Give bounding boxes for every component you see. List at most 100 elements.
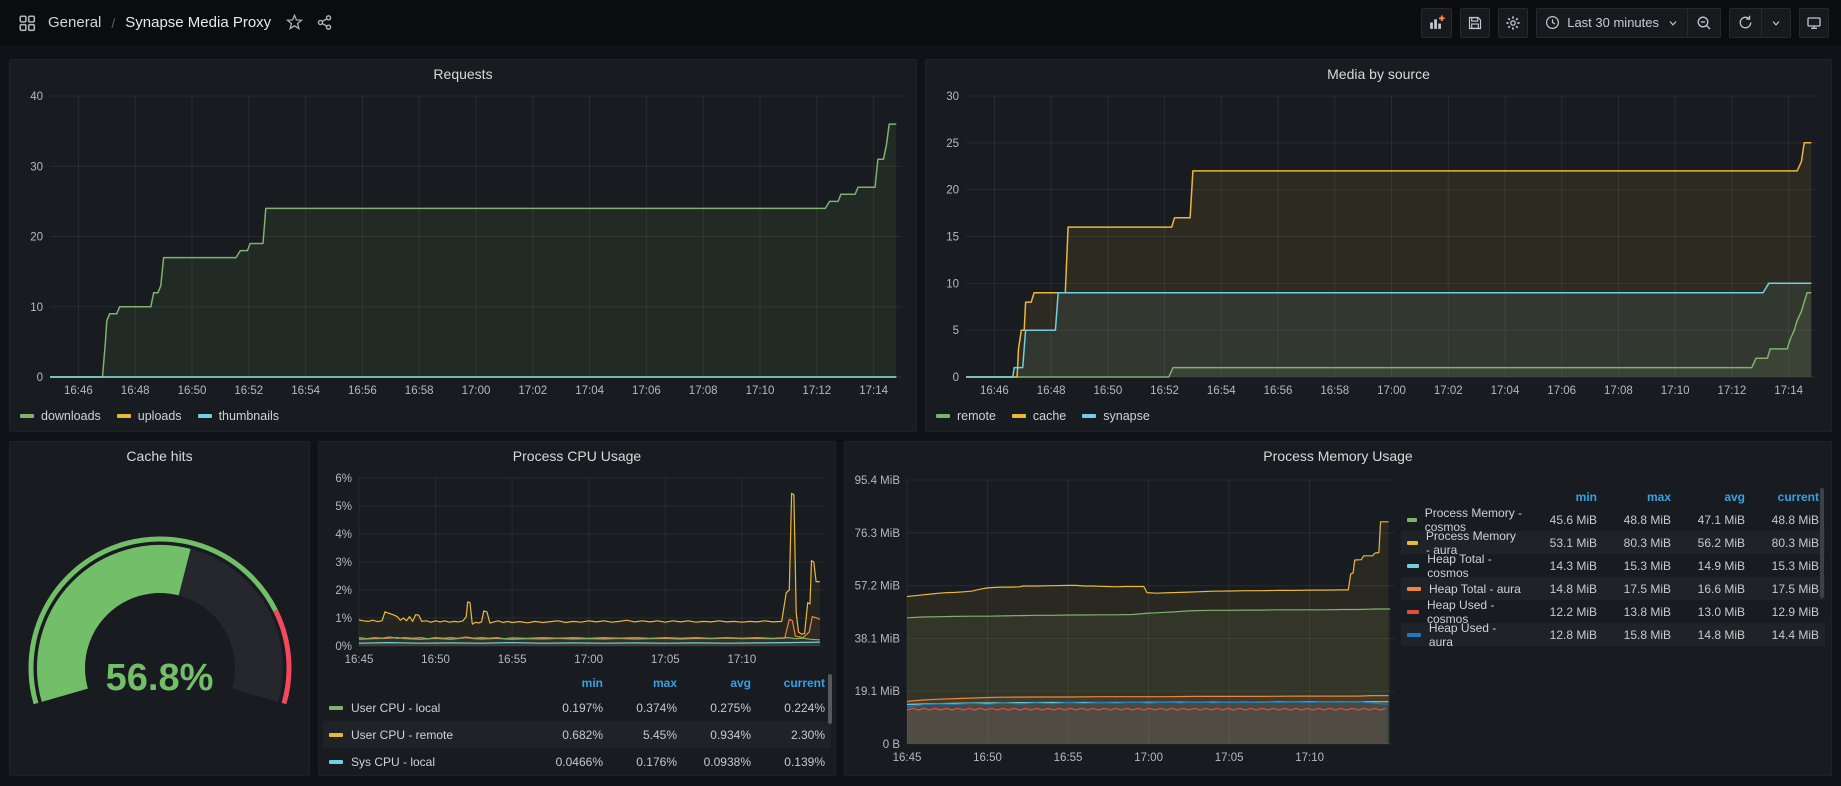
cache-hits-gauge[interactable] [10,470,309,775]
series-area-synapse [966,283,1811,377]
y-axis-tick-label: 30 [30,161,43,173]
x-axis-tick-label: 17:10 [1295,752,1324,764]
y-axis-tick-label: 1% [335,613,352,625]
legend-value-current: 14.4 MiB [1745,628,1819,642]
process-cpu-chart[interactable]: 16:4516:5016:5517:0017:0517:100%1%2%3%4%… [319,470,835,670]
x-axis-tick-label: 16:58 [1320,385,1349,397]
y-axis-tick-label: 76.3 MiB [855,528,901,540]
y-axis-tick-label: 10 [946,278,959,290]
legend-label: User CPU - remote [351,728,453,742]
x-axis-tick-label: 16:46 [64,385,93,397]
legend-item-thumbnails[interactable]: thumbnails [198,409,279,423]
cycle-view-mode-button[interactable] [1799,8,1829,38]
refresh-button[interactable] [1730,9,1761,37]
y-axis-tick-label: 20 [30,232,43,244]
series-toggle-Sys CPU - local[interactable]: Sys CPU - local [329,755,529,769]
add-panel-button[interactable] [1421,8,1452,38]
zoom-out-button[interactable] [1687,9,1720,37]
x-axis-tick-label: 17:02 [1434,385,1463,397]
panel-title-media-by-source[interactable]: Media by source [926,60,1831,88]
dashboard-settings-button[interactable] [1498,8,1528,38]
legend-scrollbar[interactable] [1820,488,1824,598]
x-axis-tick-label: 17:14 [859,385,888,397]
x-axis-tick-label: 17:10 [1661,385,1690,397]
legend-item-synapse[interactable]: synapse [1082,409,1150,423]
legend-value-current: 15.3 MiB [1745,559,1819,573]
x-axis-tick-label: 16:45 [893,752,922,764]
panel-cache-hits: Cache hits 56.8% [9,441,310,776]
legend-value-current: 17.5 MiB [1745,582,1819,596]
legend-value-max: 15.3 MiB [1597,559,1671,573]
panel-title-process-cpu-usage[interactable]: Process CPU Usage [319,442,835,470]
legend-column-avg[interactable]: avg [677,676,751,690]
breadcrumb-separator: / [111,15,115,31]
media-by-source-chart[interactable]: 16:4616:4816:5016:5216:5416:5616:5817:00… [926,88,1831,403]
series-toggle-Heap Used - aura[interactable]: Heap Used - aura [1407,621,1523,649]
legend-scrollbar[interactable] [828,674,832,724]
panel-title-cache-hits[interactable]: Cache hits [10,442,309,470]
legend-swatch [1407,518,1417,522]
legend-swatch [329,760,343,764]
y-axis-tick-label: 15 [946,232,959,244]
x-axis-tick-label: 17:08 [1604,385,1633,397]
legend-swatch [329,733,343,737]
y-axis-tick-label: 95.4 MiB [855,475,901,487]
x-axis-tick-label: 17:00 [1134,752,1163,764]
legend-column-max[interactable]: max [603,676,677,690]
save-dashboard-button[interactable] [1460,8,1490,38]
legend-label: synapse [1103,409,1150,423]
legend-value-min: 14.8 MiB [1523,582,1597,596]
panel-title-requests[interactable]: Requests [10,60,916,88]
x-axis-tick-label: 17:14 [1774,385,1803,397]
apps-grid-icon[interactable] [12,8,42,38]
legend-value-min: 0.197% [529,701,603,715]
series-toggle-Heap Total - aura[interactable]: Heap Total - aura [1407,582,1523,596]
star-icon[interactable] [279,8,309,38]
legend-swatch [198,414,212,418]
series-toggle-User CPU - remote[interactable]: User CPU - remote [329,728,529,742]
series-toggle-Heap Total - cosmos[interactable]: Heap Total - cosmos [1407,552,1523,580]
legend-table-header: minmaxavgcurrent [323,672,831,694]
x-axis-tick-label: 17:10 [746,385,775,397]
legend-value-min: 0.0466% [529,755,603,769]
legend-value-avg: 47.1 MiB [1671,513,1745,527]
legend-column-avg[interactable]: avg [1671,490,1745,504]
legend-table-row: Sys CPU - local0.0466%0.176%0.0938%0.139… [323,748,831,773]
x-axis-tick-label: 17:00 [462,385,491,397]
legend-column-max[interactable]: max [1597,490,1671,504]
x-axis-tick-label: 16:52 [1150,385,1179,397]
x-axis-tick-label: 17:12 [1718,385,1747,397]
x-axis-tick-label: 16:55 [498,654,527,666]
legend-swatch [1407,610,1419,614]
legend-column-min[interactable]: min [529,676,603,690]
panel-title-process-memory-usage[interactable]: Process Memory Usage [845,442,1831,470]
legend-column-current[interactable]: current [1745,490,1819,504]
legend-item-downloads[interactable]: downloads [20,409,101,423]
x-axis-tick-label: 16:54 [291,385,320,397]
x-axis-tick-label: 16:45 [345,654,374,666]
refresh-interval-button[interactable] [1761,9,1790,37]
legend-column-min[interactable]: min [1523,490,1597,504]
legend-item-cache[interactable]: cache [1012,409,1066,423]
tv-icon [1806,15,1822,31]
legend-column-current[interactable]: current [751,676,825,690]
requests-chart[interactable]: 16:4616:4816:5016:5216:5416:5616:5817:00… [10,88,916,403]
legend-label: cache [1033,409,1066,423]
refresh-icon [1738,15,1753,30]
legend-item-uploads[interactable]: uploads [117,409,182,423]
legend-item-remote[interactable]: remote [936,409,996,423]
legend-value-max: 80.3 MiB [1597,536,1671,550]
x-axis-tick-label: 16:48 [1037,385,1066,397]
series-toggle-User CPU - local[interactable]: User CPU - local [329,701,529,715]
legend-value-current: 0.224% [751,701,825,715]
share-icon[interactable] [309,8,339,38]
breadcrumb-folder[interactable]: General [48,14,101,31]
process-memory-chart[interactable]: 16:4516:5016:5517:0017:0517:100 B19.1 Mi… [845,470,1401,770]
legend-value-min: 45.6 MiB [1523,513,1597,527]
legend-label: remote [957,409,996,423]
dashboard-title[interactable]: Synapse Media Proxy [125,14,271,31]
time-picker-button[interactable]: Last 30 minutes [1537,9,1687,37]
x-axis-tick-label: 16:55 [1054,752,1083,764]
legend-table-row: User CPU - local0.197%0.374%0.275%0.224% [323,694,831,721]
x-axis-tick-label: 16:50 [973,752,1002,764]
